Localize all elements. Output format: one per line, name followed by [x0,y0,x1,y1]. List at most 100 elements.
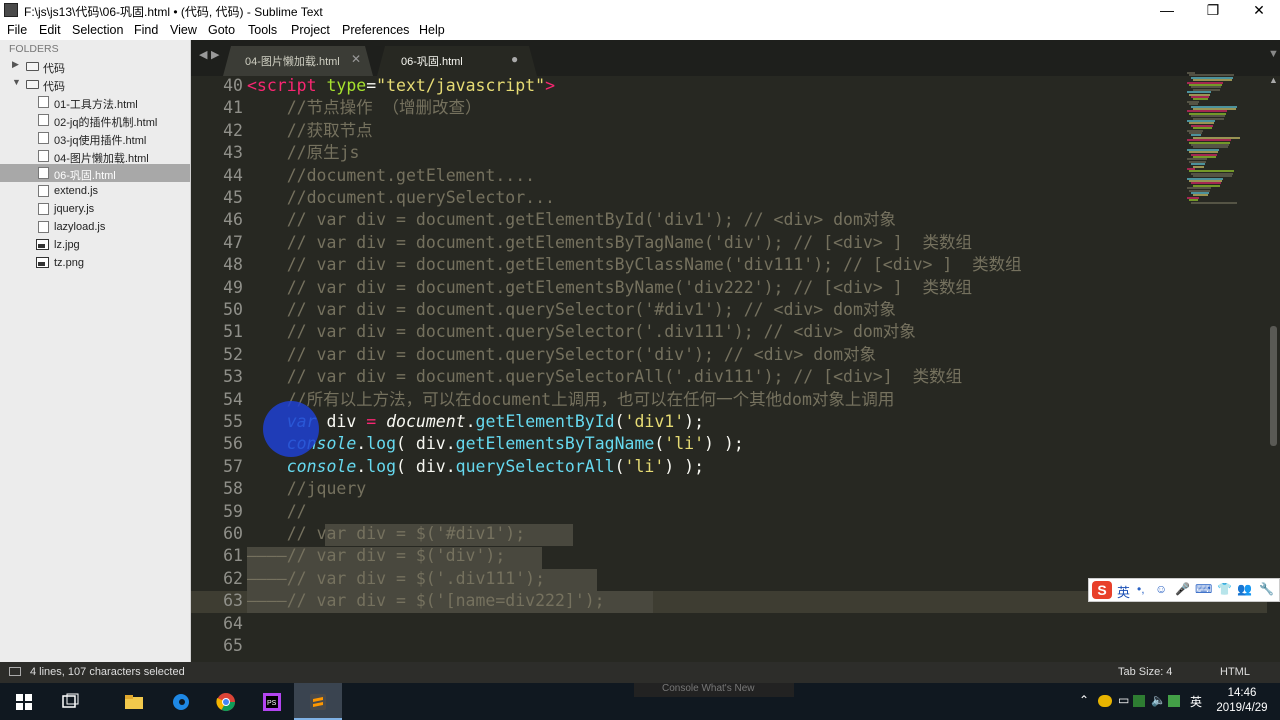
code-line[interactable]: // var div = document.querySelectorAll('… [247,366,962,388]
tray-security-icon[interactable] [1168,695,1180,707]
menu-goto[interactable]: Goto [208,23,235,37]
code-line[interactable]: // var div = document.querySelector('div… [247,344,876,366]
vertical-scrollbar[interactable]: ▲ [1267,75,1280,662]
task-view-button[interactable] [46,683,94,720]
unsaved-dot-icon[interactable]: ● [511,52,518,66]
code-line[interactable]: ————// var div = $('[name=div222]'); [247,590,605,612]
sidebar-file[interactable]: extend.js [0,182,190,200]
keyboard-icon[interactable]: ⌨ [1195,582,1212,596]
panel-toggle-icon[interactable] [9,667,21,676]
caret-right-icon[interactable]: ▶ [12,59,19,70]
code-line[interactable]: // [247,501,307,523]
menu-view[interactable]: View [170,23,197,37]
menu-project[interactable]: Project [291,23,330,37]
taskbar-clock[interactable]: 14:46 2019/4/29 [1210,686,1274,716]
code-line[interactable]: // var div = document.getElementById('di… [247,209,896,231]
tab-04-lazyload[interactable]: 04-图片懒加载.html ✕ [223,46,373,76]
code-line[interactable]: //document.getElement.... [247,165,535,187]
menu-tools[interactable]: Tools [248,23,277,37]
code-line[interactable]: // var div = document.getElementsByName(… [247,277,972,299]
minimize-button[interactable]: — [1144,0,1190,21]
tab-next-icon[interactable]: ▶ [211,48,219,61]
skin-icon[interactable]: 👕 [1217,582,1232,596]
scrollbar-thumb[interactable] [1270,326,1277,446]
tab-size-indicator[interactable]: Tab Size: 4 [1118,666,1172,678]
code-line[interactable]: // var div = $('#div1'); [247,523,525,545]
taskbar-sublime[interactable] [294,683,342,720]
code-token: 'div1' [624,412,685,431]
code-line[interactable]: // var div = document.getElementsByTagNa… [247,232,972,254]
code-line[interactable]: console.log( div.querySelectorAll('li') … [247,456,704,478]
line-number: 60 [223,524,243,543]
code-line[interactable]: //所有以上方法，可以在document上调用，也可以在任何一个其他dom对象上… [247,389,895,411]
tools-icon[interactable]: 🔧 [1259,582,1274,596]
ime-language[interactable]: 英 [1117,582,1130,601]
taskbar-chrome[interactable] [202,683,250,720]
code-line[interactable]: ————// var div = $('.div111'); [247,568,545,590]
taskbar-phpstorm[interactable]: PS [248,683,296,720]
taskbar-file-explorer[interactable] [110,683,158,720]
code-line[interactable]: console.log( div.getElementsByTagName('l… [247,433,744,455]
sidebar-file-active[interactable]: 06-巩固.html [0,164,190,182]
code-line[interactable]: //获取节点 [247,120,373,142]
taskbar-edge[interactable] [157,683,205,720]
user-icon[interactable]: 👥 [1237,582,1252,596]
caret-down-icon[interactable]: ▼ [12,77,21,87]
sidebar-folder-expanded[interactable]: ▼ 代码 [0,75,190,93]
ime-toolbar[interactable]: S 英 •, ☺ 🎤 ⌨ 👕 👥 🔧 [1088,578,1280,602]
sidebar-folder-collapsed[interactable]: ▶ 代码 [0,57,190,75]
menu-selection[interactable]: Selection [72,23,123,37]
close-icon[interactable]: ✕ [351,52,361,66]
sidebar-file[interactable]: 02-jq的插件机制.html [0,111,190,129]
sidebar-file[interactable]: lz.jpg [0,236,190,254]
tray-language[interactable]: 英 [1190,693,1202,710]
menu-preferences[interactable]: Preferences [342,23,409,37]
sidebar-file[interactable]: 03-jq使用插件.html [0,129,190,147]
menu-edit[interactable]: Edit [39,23,61,37]
tray-network-icon[interactable] [1133,695,1145,707]
code-line[interactable]: // var div = document.querySelector('.di… [247,321,916,343]
tray-battery-icon[interactable]: ▭ [1118,693,1129,707]
menu-file[interactable]: File [7,23,27,37]
emoji-icon[interactable]: ☺ [1155,582,1167,596]
code-line[interactable]: //document.querySelector... [247,187,555,209]
folder-open-icon [26,80,39,89]
tab-06-gonggu[interactable]: 06-巩固.html ● [377,46,537,76]
code-line[interactable]: //jquery [247,478,366,500]
code-line[interactable]: //原生js [247,142,360,164]
code-line[interactable]: // var div = document.getElementsByClass… [247,254,1022,276]
menu-help[interactable]: Help [419,23,445,37]
tab-overflow-icon[interactable]: ▼ [1268,48,1279,60]
sidebar-file[interactable]: 01-工具方法.html [0,93,190,111]
maximize-button[interactable]: ❐ [1190,0,1236,21]
close-button[interactable]: ✕ [1236,0,1280,21]
line-number: 52 [223,344,243,364]
code-token: // var div = document.getElementsByName(… [286,277,973,297]
syntax-indicator[interactable]: HTML [1220,666,1250,678]
tab-prev-icon[interactable]: ◀ [199,48,207,61]
minimap[interactable] [1187,72,1267,212]
sidebar-file[interactable]: tz.png [0,254,190,272]
sogou-logo-icon[interactable]: S [1092,581,1112,599]
microphone-icon[interactable]: 🎤 [1175,582,1190,596]
tray-chevron-icon[interactable]: ⌃ [1079,693,1089,707]
start-button[interactable] [0,683,48,720]
tray-volume-icon[interactable]: 🔈 [1151,693,1166,707]
code-line[interactable]: ————// var div = $('div'); [247,545,505,567]
menu-find[interactable]: Find [134,23,158,37]
code-line[interactable]: // var div = document.querySelector('#di… [247,299,896,321]
sidebar-file[interactable]: 04-图片懒加载.html [0,147,190,165]
code-line[interactable]: //节点操作 （增删改查） [247,97,482,119]
sidebar-file[interactable]: jquery.js [0,200,190,218]
punctuation-icon[interactable]: •, [1137,582,1145,596]
code-line[interactable]: <script type="text/javascript"> [247,76,555,97]
tray-app-icon[interactable] [1098,695,1112,707]
scroll-up-icon[interactable]: ▲ [1269,75,1278,85]
code-editor[interactable]: 40 41 42 43 44 45 46 47 48 49 50 51 52 53 54 55 56 57 58 59… [191,76,1267,662]
code-token: //所有以上方法，可以在document上调用，也可以在任何一个其他dom对象上… [286,389,895,409]
sidebar-file[interactable]: lazyload.js [0,218,190,236]
